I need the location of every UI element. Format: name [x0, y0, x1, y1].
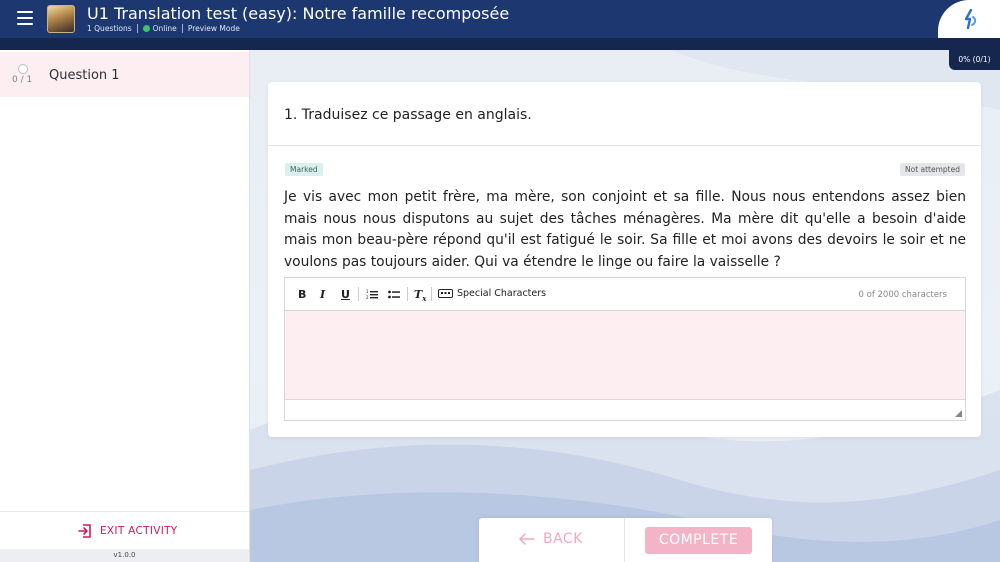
divider [136, 24, 138, 33]
svg-text:2: 2 [366, 295, 369, 300]
back-label: BACK [543, 531, 583, 547]
toolbar-divider [407, 287, 408, 301]
question-score: 0 / 1 [12, 75, 33, 85]
app-header: U1 Translation test (easy): Notre famill… [0, 0, 1000, 38]
question-sidebar: 0 / 1 Question 1 EXIT ACTIVITY v1.0.0 [0, 50, 250, 562]
toolbar-divider [431, 287, 432, 301]
divider [181, 24, 183, 33]
brand-logo [938, 0, 1000, 38]
marked-badge: Marked [285, 163, 323, 176]
question-card: 1. Traduisez ce passage en anglais. Mark… [268, 82, 981, 437]
clear-format-label: T [414, 288, 423, 301]
answer-editor: B I U 1 2 Tx Special Characters 0 of 200… [284, 277, 966, 421]
question-passage: Je vis avec mon petit frère, ma mère, so… [284, 189, 966, 270]
header-strip [0, 38, 1000, 50]
brand-logo-icon [964, 9, 977, 29]
menu-icon[interactable] [17, 11, 33, 25]
toolbar-divider [358, 287, 359, 301]
keyboard-icon [438, 289, 453, 298]
question-status-circle-icon [18, 64, 28, 74]
bottom-navigation: BACK COMPLETE [479, 518, 772, 562]
sidebar-item-question-1[interactable]: 0 / 1 Question 1 [0, 52, 249, 97]
question-title: 1. Traduisez ce passage en anglais. [284, 107, 532, 123]
complete-button[interactable]: COMPLETE [645, 527, 752, 554]
underline-button[interactable]: U [341, 288, 350, 301]
back-button[interactable]: BACK [519, 531, 583, 547]
question-header: 1. Traduisez ce passage en anglais. [268, 82, 981, 146]
resize-handle-icon[interactable] [955, 410, 962, 417]
mode-label: Preview Mode [187, 24, 240, 33]
bullet-list-icon[interactable] [388, 289, 400, 300]
status-badge: Not attempted [900, 163, 965, 176]
nav-divider [624, 518, 625, 562]
special-characters-label: Special Characters [457, 288, 547, 299]
online-status: Online [142, 24, 177, 33]
activity-thumbnail [47, 5, 75, 33]
sidebar-item-label: Question 1 [49, 68, 120, 83]
clear-format-button[interactable]: Tx [414, 288, 426, 303]
arrow-left-icon [519, 533, 535, 545]
exit-activity-label: EXIT ACTIVITY [100, 525, 178, 537]
page-title: U1 Translation test (easy): Notre famill… [87, 4, 510, 23]
special-characters-button[interactable]: Special Characters [438, 288, 546, 299]
exit-activity-button[interactable]: EXIT ACTIVITY [78, 524, 178, 538]
online-status-label: Online [152, 24, 177, 33]
online-dot-icon [142, 25, 150, 32]
questions-count: 1 Questions [87, 24, 132, 33]
version-label: v1.0.0 [0, 549, 249, 562]
exit-area: EXIT ACTIVITY [0, 511, 249, 549]
header-meta: 1 Questions Online Preview Mode [87, 24, 240, 33]
numbered-list-icon[interactable]: 1 2 [366, 289, 378, 300]
bold-button[interactable]: B [298, 288, 306, 301]
svg-text:1: 1 [366, 289, 369, 294]
exit-icon [78, 524, 91, 538]
character-count: 0 of 2000 characters [858, 290, 947, 300]
editor-toolbar: B I U 1 2 Tx Special Characters 0 of 200… [285, 278, 965, 311]
answer-input[interactable] [285, 311, 965, 400]
progress-indicator: 0% (0/1) [949, 50, 1000, 70]
italic-button[interactable]: I [320, 288, 325, 301]
